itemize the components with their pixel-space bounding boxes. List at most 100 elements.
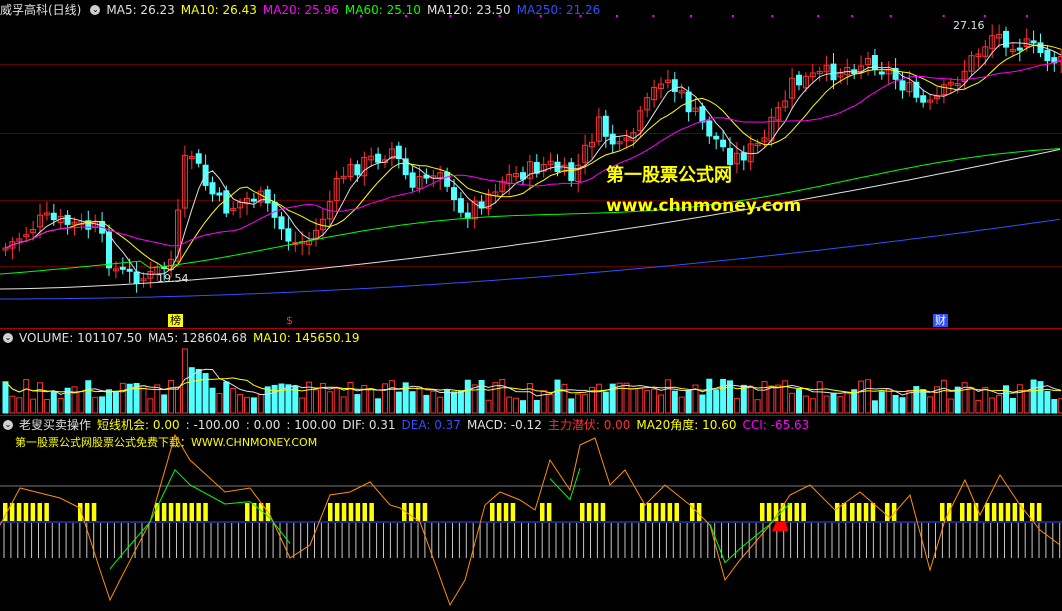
circle-chevron-icon[interactable]: ⌄ bbox=[3, 333, 13, 343]
volume-bar bbox=[747, 385, 754, 414]
volume-bar bbox=[1044, 391, 1051, 414]
signal-bar bbox=[667, 503, 673, 521]
volume-bar bbox=[168, 380, 175, 414]
signal-dot bbox=[689, 15, 692, 17]
candle-body bbox=[1030, 40, 1037, 44]
signal-bar bbox=[30, 503, 36, 521]
signal-bar bbox=[203, 503, 208, 521]
volume-bar bbox=[85, 380, 92, 414]
volume-bar bbox=[78, 391, 85, 414]
volume-ma10-line bbox=[5, 377, 1062, 394]
volume-bar bbox=[671, 390, 678, 414]
volume-bar bbox=[506, 396, 513, 414]
volume-bar bbox=[437, 396, 444, 414]
volume-bar bbox=[471, 384, 478, 414]
volume-bar bbox=[106, 389, 112, 414]
volume-bar bbox=[313, 389, 319, 414]
volume-bar bbox=[885, 388, 892, 414]
signal-dot bbox=[851, 15, 854, 17]
candle-body bbox=[1037, 42, 1044, 53]
volume-bar bbox=[119, 382, 126, 414]
volume-value-1: MA5: 128604.68 bbox=[148, 331, 247, 345]
signal-bar bbox=[841, 503, 847, 521]
candle-body bbox=[264, 189, 271, 204]
candle-body bbox=[706, 120, 713, 137]
candle-body bbox=[1003, 30, 1009, 48]
dollar-badge[interactable]: $ bbox=[284, 314, 295, 327]
candle-body bbox=[195, 153, 202, 164]
signal-bar bbox=[998, 503, 1004, 521]
candle-body bbox=[602, 115, 609, 137]
volume-bar bbox=[540, 390, 547, 414]
signal-bar bbox=[546, 503, 552, 521]
signal-bar bbox=[801, 503, 806, 521]
volume-bar bbox=[457, 390, 464, 414]
candle-body bbox=[64, 214, 71, 225]
candle-body bbox=[913, 81, 920, 98]
volume-bar bbox=[112, 391, 119, 414]
signal-bar bbox=[991, 503, 997, 521]
signal-dot bbox=[498, 15, 501, 17]
signal-bar bbox=[23, 503, 29, 521]
volume-bar bbox=[382, 383, 388, 414]
volume-bar bbox=[940, 379, 947, 414]
indicator-chart[interactable] bbox=[0, 430, 1062, 611]
signal-bar bbox=[16, 503, 22, 521]
volume-bar bbox=[209, 387, 216, 414]
volume-bar bbox=[140, 385, 147, 414]
signal-bar bbox=[540, 503, 545, 521]
volume-bar bbox=[423, 394, 430, 414]
volume-bar bbox=[71, 386, 78, 414]
low-price-label: 19.54 bbox=[157, 272, 189, 285]
volume-bar bbox=[451, 391, 457, 414]
signal-bar bbox=[355, 503, 361, 521]
signal-bar bbox=[586, 503, 592, 521]
volume-bar bbox=[333, 388, 340, 414]
rank-badge[interactable]: 榜 bbox=[168, 314, 183, 327]
volume-bar bbox=[520, 400, 526, 414]
finance-badge[interactable]: 财 bbox=[933, 314, 948, 327]
volume-bar bbox=[1030, 379, 1037, 414]
signal-bar bbox=[940, 503, 945, 521]
volume-bar bbox=[858, 380, 865, 414]
candle-body bbox=[713, 135, 720, 140]
signal-bar bbox=[787, 503, 793, 521]
volume-bar bbox=[651, 388, 658, 414]
signal-bar bbox=[182, 503, 188, 521]
signal-dot bbox=[1025, 15, 1028, 17]
dea-line-2 bbox=[549, 467, 581, 501]
volume-bar bbox=[244, 397, 250, 414]
volume-bar bbox=[768, 385, 775, 414]
volume-bar bbox=[133, 382, 140, 414]
volume-bar bbox=[285, 384, 292, 414]
volume-bar bbox=[23, 379, 30, 414]
volume-chart[interactable] bbox=[0, 345, 1062, 415]
volume-bar bbox=[658, 394, 664, 414]
volume-bar bbox=[761, 381, 768, 414]
signal-bar bbox=[510, 503, 516, 521]
signal-dot bbox=[983, 15, 986, 17]
watermark-url: www.chnmoney.com bbox=[606, 196, 802, 216]
circle-chevron-icon[interactable]: ⌄ bbox=[3, 420, 13, 430]
candle-body bbox=[126, 268, 133, 272]
signal-bar bbox=[196, 503, 201, 521]
volume-bar bbox=[1016, 384, 1023, 414]
volume-bar bbox=[1023, 389, 1030, 414]
volume-bar bbox=[237, 394, 244, 414]
volume-bar bbox=[492, 382, 499, 414]
volume-bar bbox=[278, 383, 285, 414]
signal-bar bbox=[422, 503, 428, 521]
candle-body bbox=[796, 74, 802, 86]
candle-body bbox=[568, 162, 575, 181]
volume-bar bbox=[375, 398, 382, 414]
signal-bar bbox=[496, 503, 502, 521]
volume-bar bbox=[354, 394, 361, 414]
signal-bar bbox=[863, 503, 869, 521]
volume-value-0: VOLUME: 101107.50 bbox=[19, 331, 142, 345]
volume-bar bbox=[644, 389, 651, 414]
volume-bar bbox=[1009, 397, 1016, 414]
volume-bar bbox=[230, 387, 237, 414]
volume-bar bbox=[409, 391, 416, 414]
candle-body bbox=[878, 71, 885, 75]
signal-bar bbox=[155, 503, 160, 521]
